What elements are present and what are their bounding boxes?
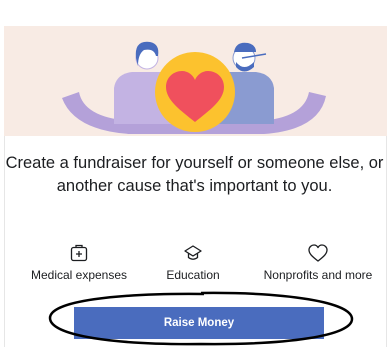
category-label: Education	[166, 268, 220, 282]
raise-money-button[interactable]: Raise Money	[74, 307, 324, 339]
hero-banner	[4, 26, 387, 136]
medical-kit-icon	[70, 244, 88, 262]
category-label: Nonprofits and more	[263, 268, 373, 282]
heart-outline-icon	[308, 244, 328, 262]
category-education[interactable]: Education	[128, 243, 258, 282]
category-nonprofits[interactable]: Nonprofits and more	[253, 243, 383, 282]
headline-text: Create a fundraiser for yourself or some…	[5, 154, 384, 195]
graduation-cap-icon	[184, 245, 202, 260]
category-medical-expenses[interactable]: Medical expenses	[14, 243, 144, 282]
fundraiser-illustration	[62, 41, 326, 134]
category-label: Medical expenses	[30, 268, 128, 282]
fundraiser-categories: Medical expenses Education Nonprofits an…	[0, 243, 389, 293]
